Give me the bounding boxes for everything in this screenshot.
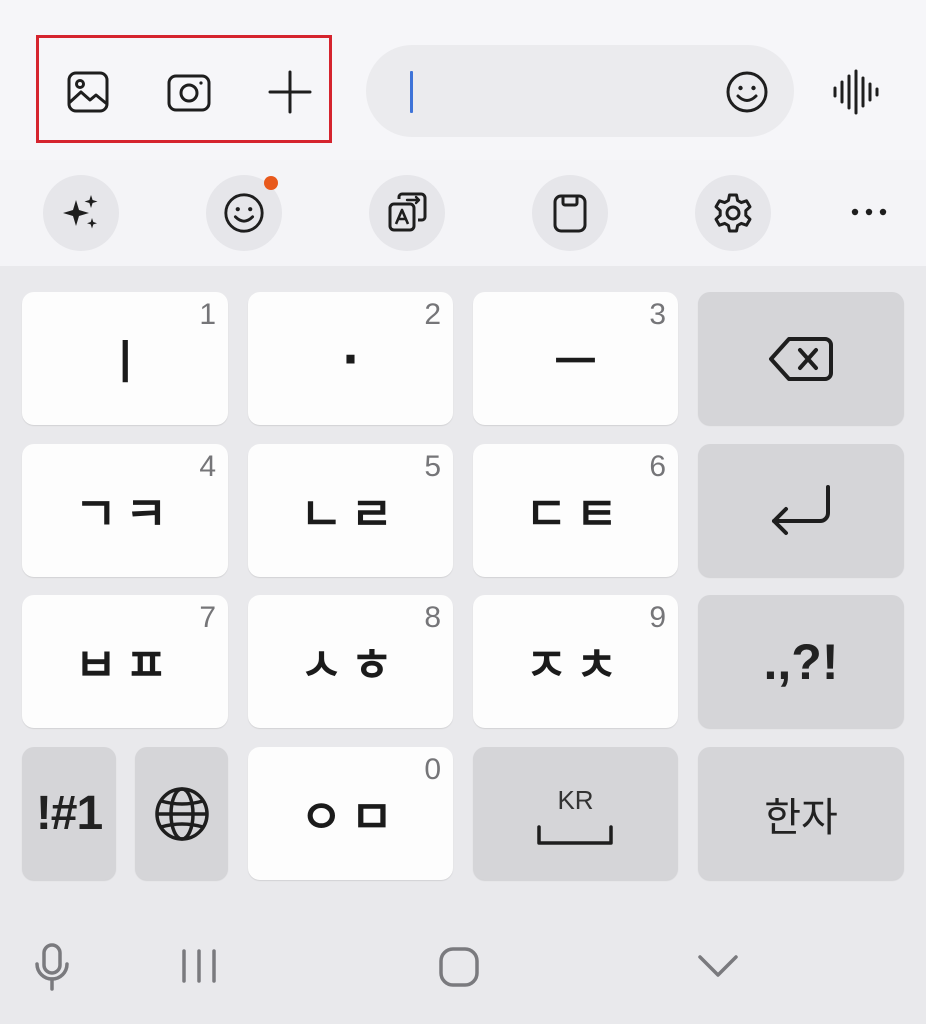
navigation-bar [0,900,926,1024]
key-hint: 2 [424,298,441,331]
enter-icon [772,484,830,535]
message-input[interactable] [366,45,794,137]
hanja-key[interactable]: 한자 [698,747,904,880]
key-hint: 9 [649,601,666,634]
key-siot-hieut[interactable]: 8 ㅅㅎ [248,595,453,728]
key-digeut-tieut[interactable]: 6 ㄷㅌ [473,444,678,577]
backspace-icon [769,336,833,381]
key-ieung-mieum[interactable]: 0 ㅇㅁ [248,747,453,880]
key-vowel-dot[interactable]: 2 · [248,292,453,425]
space-key[interactable]: KR [473,747,678,880]
key-label: .,?! [763,633,839,690]
key-jieut-chieut[interactable]: 9 ㅈㅊ [473,595,678,728]
key-hint: 1 [199,298,216,331]
enter-key[interactable] [698,444,904,577]
symbols-key[interactable]: !#1 [22,747,116,880]
language-key[interactable] [135,747,228,880]
more-icon[interactable] [849,200,889,224]
key-vowel-i[interactable]: 1 ㅣ [22,292,228,425]
recent-apps-icon[interactable] [180,948,220,984]
space-language-label: KR [557,785,594,815]
key-label: ㄱㅋ [74,486,176,541]
translate-button[interactable] [369,175,445,251]
key-label: ㄷㅌ [525,486,626,541]
settings-icon [714,193,752,233]
ai-sparkle-icon [63,195,98,229]
key-hint: 8 [424,601,441,634]
key-hint: 7 [199,601,216,634]
translate-icon [388,192,427,232]
key-bieup-pieup[interactable]: 7 ㅂㅍ [22,595,228,728]
key-hint: 0 [424,753,441,786]
emoji-icon [224,193,264,233]
clipboard-button[interactable] [532,175,608,251]
key-hint: 3 [649,298,666,331]
key-label: ㅈㅊ [525,637,626,692]
key-hint: 6 [649,450,666,483]
key-nieun-rieul[interactable]: 5 ㄴㄹ [248,444,453,577]
key-label: ㅡ [554,334,597,389]
punctuation-key[interactable]: .,?! [698,595,904,728]
backspace-key[interactable] [698,292,904,425]
ai-sparkle-button[interactable] [43,175,119,251]
key-label: !#1 [35,787,103,840]
emoji-icon[interactable] [724,69,770,115]
globe-icon [154,786,209,841]
key-vowel-eu[interactable]: 3 ㅡ [473,292,678,425]
collapse-keyboard-icon[interactable] [696,952,740,980]
settings-button[interactable] [695,175,771,251]
key-hint: 4 [199,450,216,483]
key-label: ㅇㅁ [300,789,401,844]
keyboard-toolbar [0,160,926,266]
notification-dot [264,176,278,190]
key-label: ㄴㄹ [300,486,401,541]
voice-wave-icon[interactable] [831,68,881,116]
text-caret [410,71,413,113]
home-icon[interactable] [438,946,480,988]
key-label: ㅂㅍ [74,637,176,692]
key-giyeok-kieuk[interactable]: 4 ㄱㅋ [22,444,228,577]
mic-icon[interactable] [32,942,72,992]
clipboard-icon [553,194,587,233]
key-label: ㅣ [103,334,147,389]
attachment-highlight-box [36,35,332,143]
key-label: ㅅㅎ [300,637,401,692]
key-hint: 5 [424,450,441,483]
key-label: 한자 [764,794,838,841]
key-label: · [341,331,360,386]
space-bar-icon [537,825,613,845]
